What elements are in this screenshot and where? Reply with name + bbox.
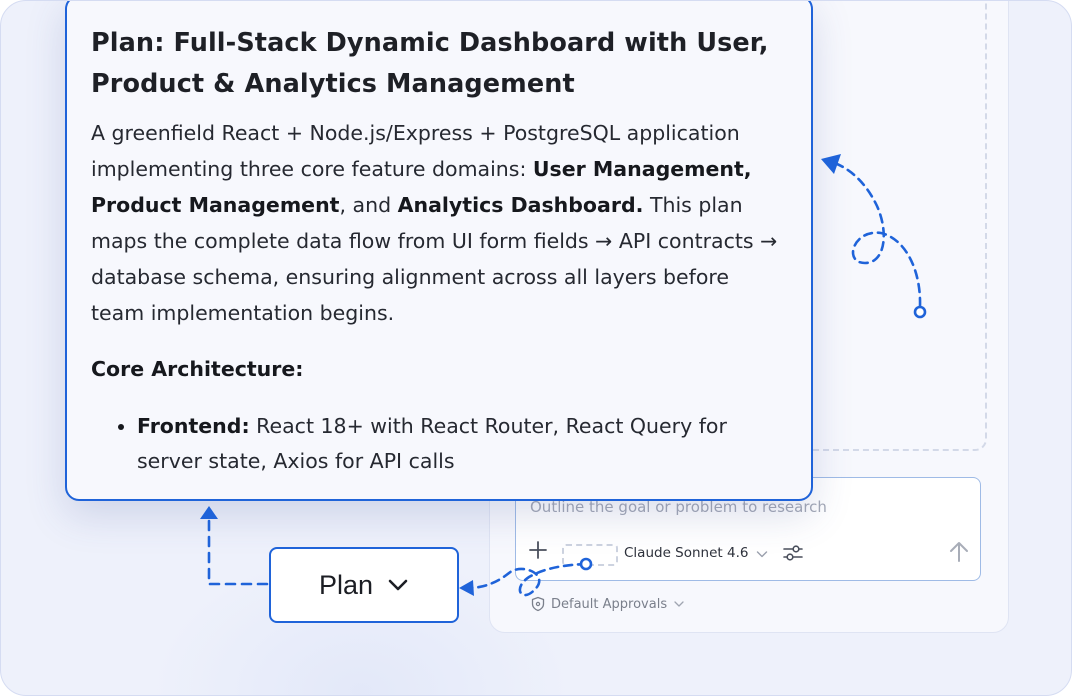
desc-separator: , and <box>339 193 398 217</box>
plan-mode-button[interactable]: Plan <box>269 547 459 623</box>
approvals-label: Default Approvals <box>551 596 668 612</box>
placeholder-dashed-area <box>809 1 987 451</box>
plan-description: A greenfield React + Node.js/Express + P… <box>91 115 787 331</box>
settings-sliders-icon[interactable] <box>782 542 804 564</box>
arrow-up-icon[interactable] <box>948 540 970 564</box>
architecture-item-label: Frontend: <box>137 414 250 438</box>
model-selector[interactable]: Claude Sonnet 4.6 <box>624 545 748 561</box>
plan-mode-label: Plan <box>318 569 374 600</box>
architecture-item-frontend: Frontend: React 18+ with React Router, R… <box>137 409 787 479</box>
shield-icon <box>531 596 545 612</box>
desc-bold-analytics: Analytics Dashboard. <box>397 193 644 217</box>
plan-title: Plan: Full-Stack Dynamic Dashboard with … <box>91 28 769 99</box>
architecture-heading: Core Architecture: <box>91 357 304 381</box>
canvas-frame: Outline the goal or problem to research … <box>0 0 1072 696</box>
chevron-down-icon <box>674 601 684 607</box>
chevron-down-icon <box>388 579 408 591</box>
plus-icon[interactable] <box>528 540 548 560</box>
attachment-chip-placeholder <box>562 544 618 566</box>
arrow-to-plan-card <box>200 506 269 586</box>
architecture-list: Frontend: React 18+ with React Router, R… <box>91 409 787 479</box>
plan-card: Plan: Full-Stack Dynamic Dashboard with … <box>65 1 813 501</box>
chevron-down-icon[interactable] <box>756 549 768 559</box>
approvals-selector[interactable]: Default Approvals <box>531 595 685 613</box>
